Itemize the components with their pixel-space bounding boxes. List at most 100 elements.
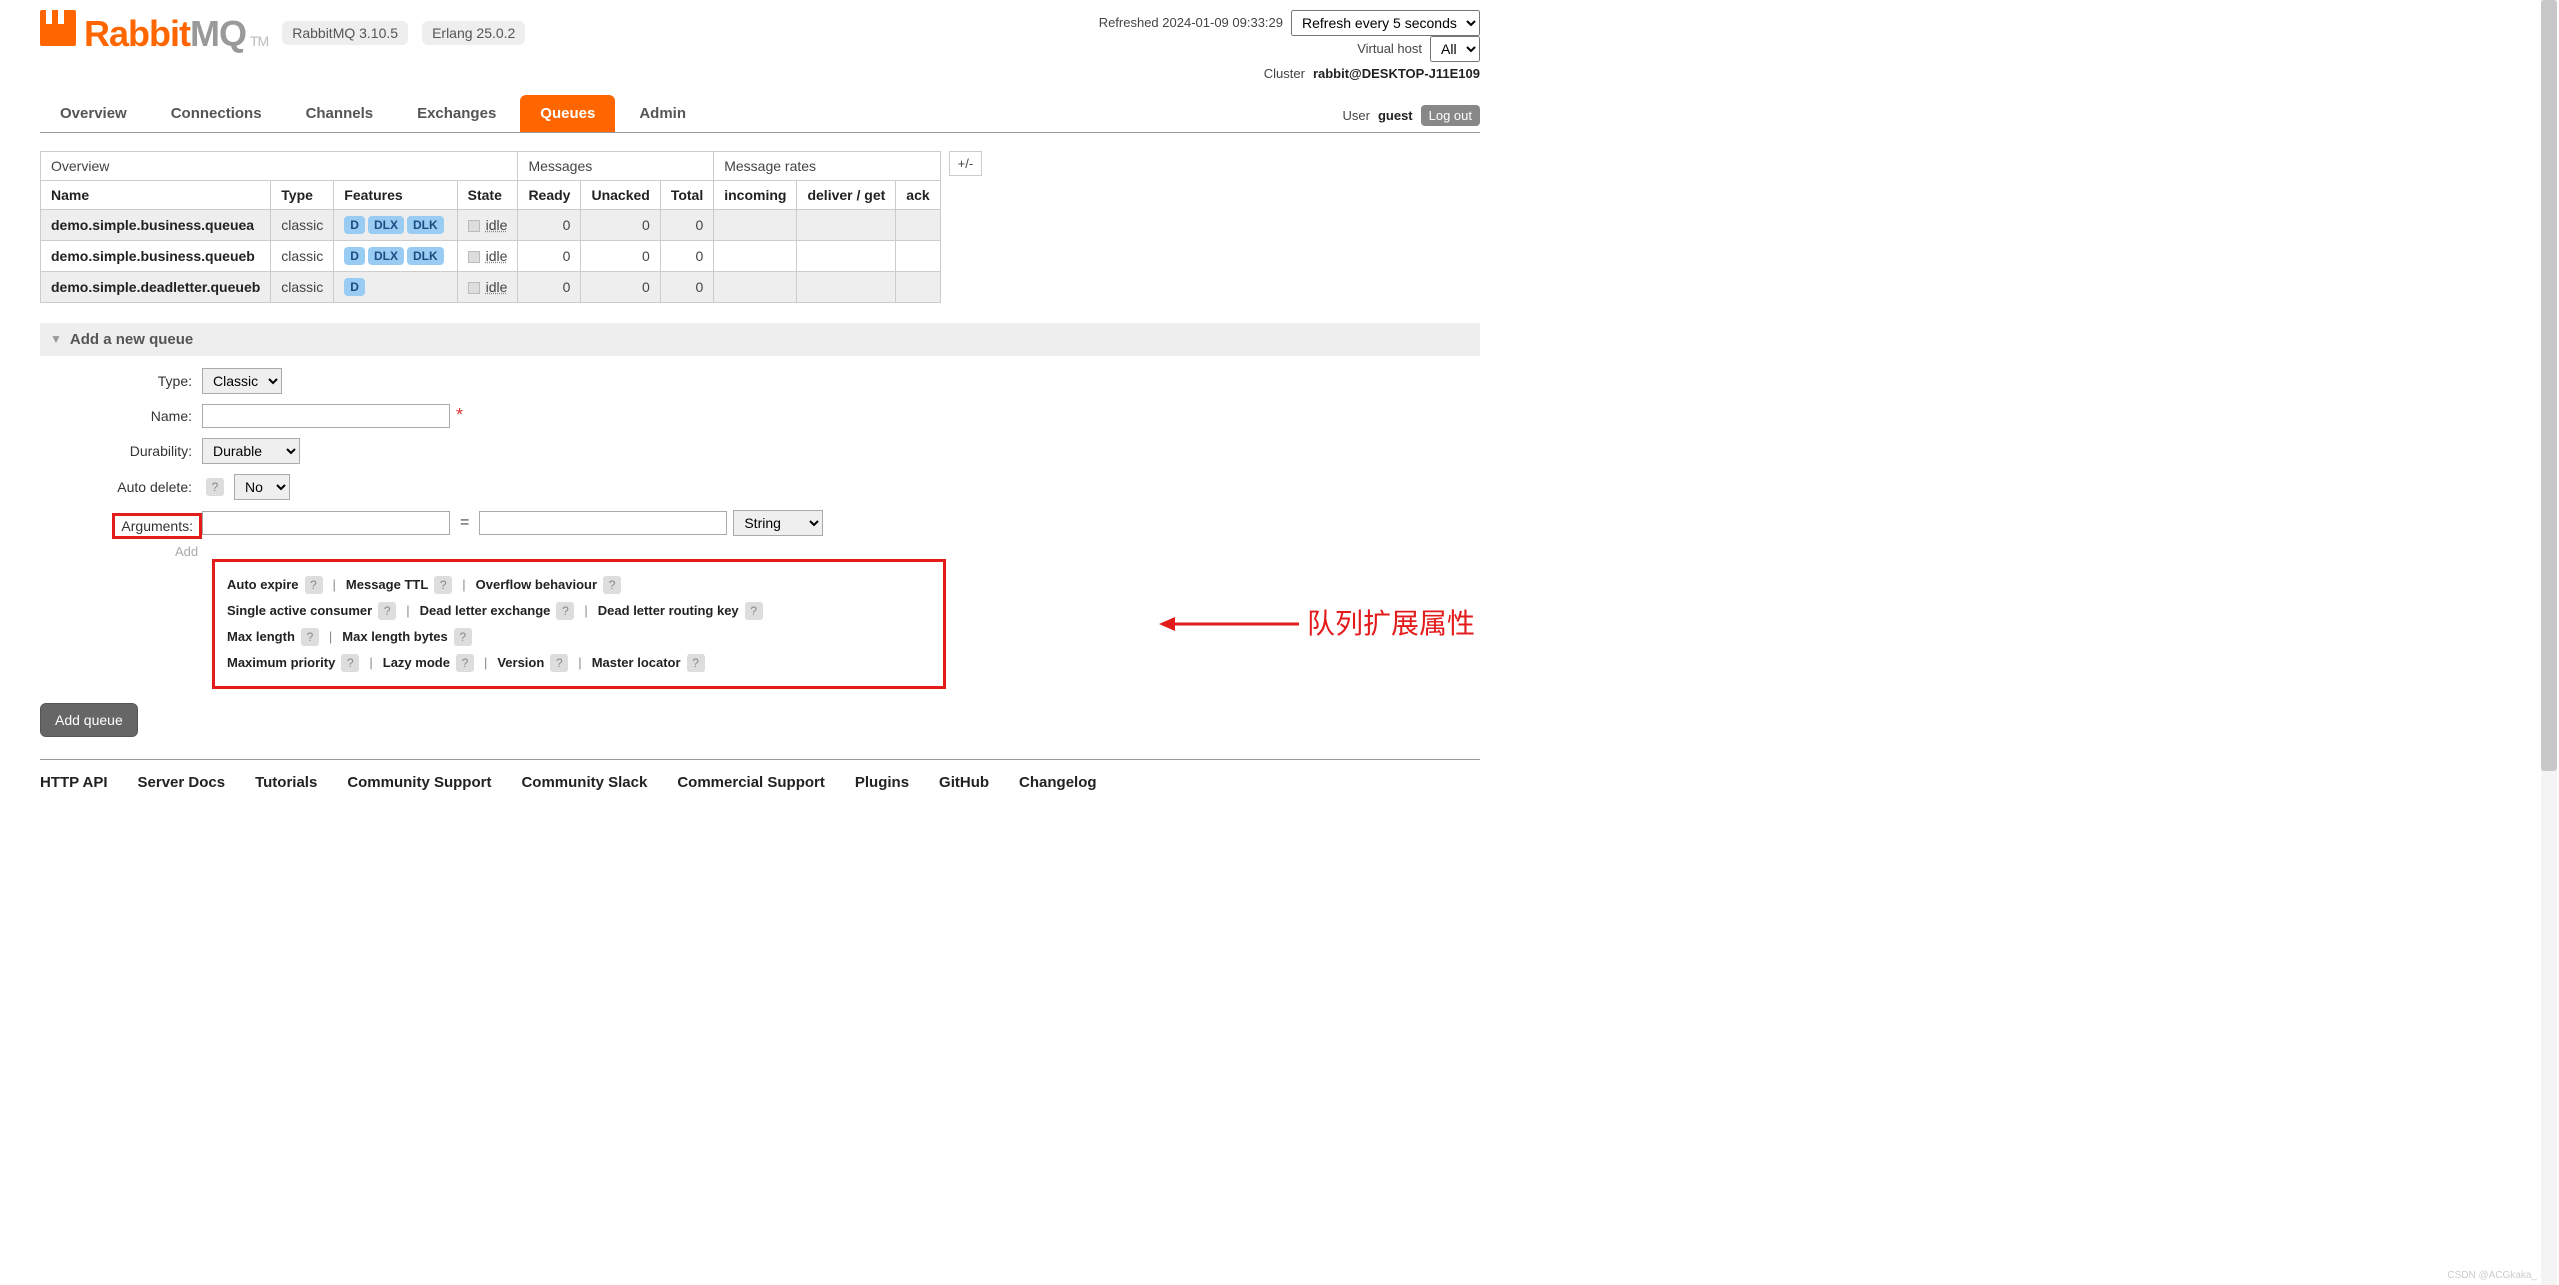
columns-toggle-button[interactable]: +/- (949, 151, 983, 176)
argument-hint[interactable]: Version (497, 650, 544, 676)
user-label: User (1343, 108, 1370, 123)
separator: | (576, 598, 595, 624)
scrollbar[interactable] (2541, 0, 2557, 1285)
feature-tag: DLX (368, 247, 404, 265)
argument-hint[interactable]: Auto expire (227, 572, 299, 598)
footer-link[interactable]: HTTP API (40, 774, 108, 791)
queue-state-cell: idle (457, 271, 518, 302)
hint-help-icon[interactable]: ? (434, 576, 452, 594)
tab-overview[interactable]: Overview (40, 95, 147, 132)
unacked-cell: 0 (581, 240, 660, 271)
column-header[interactable]: deliver / get (797, 180, 896, 209)
separator: | (325, 572, 344, 598)
queue-features-cell: DDLXDLK (334, 209, 457, 240)
nav: OverviewConnectionsChannelsExchangesQueu… (40, 95, 1480, 133)
user-row: User guest Log out (1343, 105, 1481, 132)
add-queue-title: Add a new queue (70, 331, 193, 348)
column-header[interactable]: Features (334, 180, 457, 209)
argument-hint[interactable]: Dead letter exchange (420, 598, 551, 624)
footer: HTTP API Server Docs Tutorials Community Su… (40, 759, 1480, 791)
queue-name-cell[interactable]: demo.simple.business.queuea (41, 209, 271, 240)
tabs: OverviewConnectionsChannelsExchangesQueu… (40, 95, 706, 132)
column-header[interactable]: Ready (518, 180, 581, 209)
type-select[interactable]: Classic (202, 368, 282, 394)
column-header[interactable]: ack (896, 180, 940, 209)
separator: | (476, 650, 495, 676)
argument-hints-box: Auto expire?|Message TTL?|Overflow behav… (212, 559, 946, 689)
tab-exchanges[interactable]: Exchanges (397, 95, 516, 132)
cluster-value: rabbit@DESKTOP-J11E109 (1313, 62, 1480, 87)
state-indicator-icon (468, 220, 480, 232)
feature-tag: D (344, 247, 365, 265)
argument-hint[interactable]: Max length bytes (342, 624, 447, 650)
queue-features-cell: DDLXDLK (334, 240, 457, 271)
state-indicator-icon (468, 251, 480, 263)
ready-cell: 0 (518, 209, 581, 240)
add-queue-button[interactable]: Add queue (40, 703, 138, 737)
group-messages: Messages (518, 151, 714, 180)
ack-cell (896, 240, 940, 271)
refresh-interval-select[interactable]: Refresh every 5 seconds (1291, 10, 1480, 36)
argument-hint[interactable]: Lazy mode (383, 650, 450, 676)
column-header[interactable]: State (457, 180, 518, 209)
name-input[interactable] (202, 404, 450, 428)
argument-hint[interactable]: Master locator (592, 650, 681, 676)
hint-help-icon[interactable]: ? (687, 654, 705, 672)
hint-help-icon[interactable]: ? (745, 602, 763, 620)
argument-type-select[interactable]: String (733, 510, 823, 536)
hint-help-icon[interactable]: ? (550, 654, 568, 672)
table-column-header-row: NameTypeFeaturesStateReadyUnackedTotalin… (41, 180, 941, 209)
tab-connections[interactable]: Connections (151, 95, 282, 132)
footer-link[interactable]: Community Slack (521, 774, 647, 791)
footer-link[interactable]: Community Support (347, 774, 491, 791)
logo-text-rabbit: Rabbit (84, 13, 190, 55)
hint-help-icon[interactable]: ? (556, 602, 574, 620)
footer-link[interactable]: Server Docs (138, 774, 226, 791)
deliver-cell (797, 271, 896, 302)
hint-help-icon[interactable]: ? (305, 576, 323, 594)
hint-help-icon[interactable]: ? (341, 654, 359, 672)
feature-tag: D (344, 278, 365, 296)
footer-link[interactable]: Changelog (1019, 774, 1097, 791)
durability-select[interactable]: Durable (202, 438, 300, 464)
tab-queues[interactable]: Queues (520, 95, 615, 132)
column-header[interactable]: Unacked (581, 180, 660, 209)
queue-name-cell[interactable]: demo.simple.deadletter.queueb (41, 271, 271, 302)
column-header[interactable]: Name (41, 180, 271, 209)
hint-help-icon[interactable]: ? (301, 628, 319, 646)
tab-admin[interactable]: Admin (619, 95, 706, 132)
user-value: guest (1378, 108, 1413, 123)
argument-value-input[interactable] (479, 511, 727, 535)
tab-channels[interactable]: Channels (286, 95, 394, 132)
table-row: demo.simple.business.queuebclassicDDLXDL… (41, 240, 941, 271)
queue-name-cell[interactable]: demo.simple.business.queueb (41, 240, 271, 271)
footer-link[interactable]: Plugins (855, 774, 909, 791)
argument-hint[interactable]: Max length (227, 624, 295, 650)
hint-help-icon[interactable]: ? (603, 576, 621, 594)
footer-link[interactable]: GitHub (939, 774, 989, 791)
argument-hint[interactable]: Dead letter routing key (598, 598, 739, 624)
argument-hint[interactable]: Message TTL (346, 572, 428, 598)
hint-help-icon[interactable]: ? (456, 654, 474, 672)
autodelete-select[interactable]: No (234, 474, 290, 500)
add-queue-section-header[interactable]: ▼ Add a new queue (40, 323, 1480, 356)
version-badge: RabbitMQ 3.10.5 (282, 21, 408, 45)
autodelete-help-icon[interactable]: ? (206, 478, 224, 496)
hint-help-icon[interactable]: ? (378, 602, 396, 620)
vhost-select[interactable]: All (1430, 36, 1480, 62)
footer-link[interactable]: Tutorials (255, 774, 317, 791)
logo-text-mq: MQ (190, 13, 246, 55)
argument-hint[interactable]: Single active consumer (227, 598, 372, 624)
header-left: RabbitMQ TM RabbitMQ 3.10.5 Erlang 25.0.… (40, 10, 525, 55)
hint-help-icon[interactable]: ? (454, 628, 472, 646)
column-header[interactable]: incoming (714, 180, 797, 209)
scrollbar-thumb[interactable] (2541, 0, 2557, 771)
column-header[interactable]: Total (660, 180, 713, 209)
logout-button[interactable]: Log out (1421, 105, 1480, 126)
state-text: idle (486, 217, 508, 233)
argument-hint[interactable]: Overflow behaviour (476, 572, 597, 598)
footer-link[interactable]: Commercial Support (677, 774, 825, 791)
argument-hint[interactable]: Maximum priority (227, 650, 335, 676)
column-header[interactable]: Type (271, 180, 334, 209)
argument-key-input[interactable] (202, 511, 450, 535)
